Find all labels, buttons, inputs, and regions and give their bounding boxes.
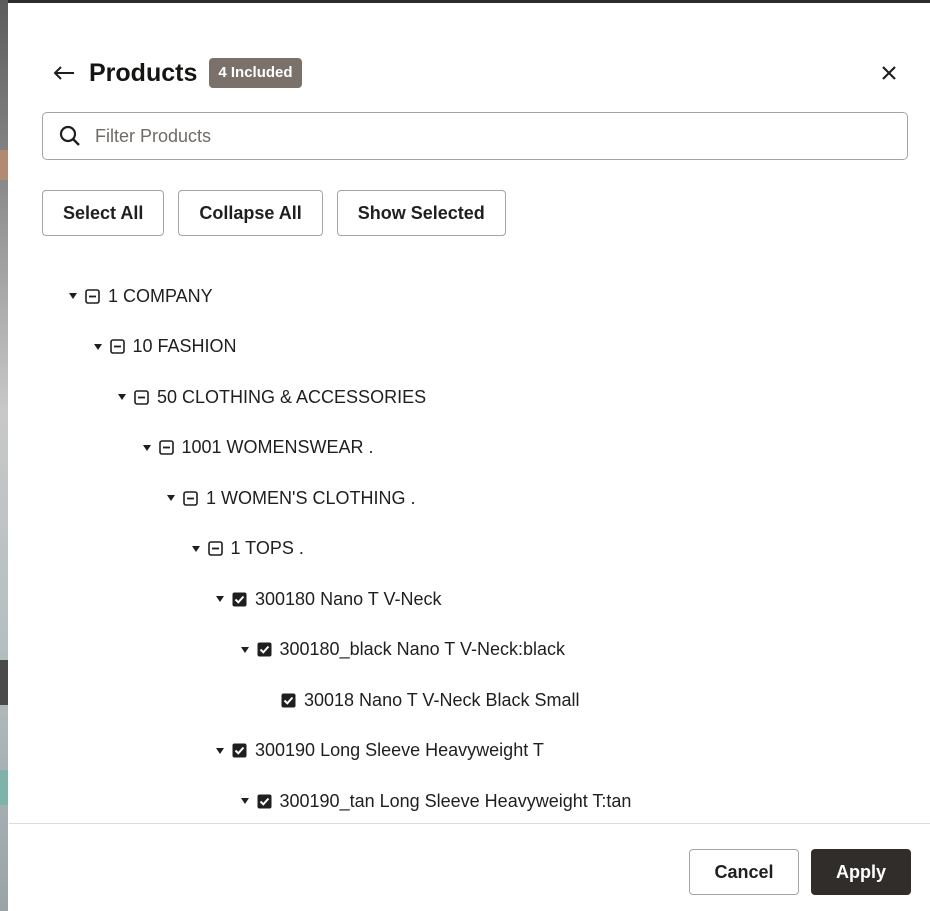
- checkbox-checked-icon[interactable]: [257, 794, 272, 809]
- tree-node-label: 1 WOMEN'S CLOTHING .: [206, 487, 416, 508]
- panel-header: Products 4 Included: [51, 53, 302, 93]
- tree-toolbar: Select All Collapse All Show Selected: [42, 190, 506, 236]
- caret-down-icon[interactable]: [141, 442, 153, 454]
- caret-down-icon[interactable]: [116, 391, 128, 403]
- tree-node[interactable]: 300180 Nano T V-Neck: [214, 584, 441, 614]
- caret-down-icon[interactable]: [239, 795, 251, 807]
- caret-down-icon[interactable]: [92, 341, 104, 353]
- tree-node-label: 1001 WOMENSWEAR .: [181, 437, 374, 457]
- checkbox-partial-icon[interactable]: [85, 288, 100, 304]
- caret-down-icon[interactable]: [165, 492, 177, 504]
- caret-down-icon[interactable]: [214, 593, 226, 605]
- tree-node-label: 50 CLOTHING & ACCESSORIES: [157, 386, 427, 407]
- tree-node-label: 30018 Nano T V-Neck Black Small: [304, 689, 580, 710]
- checkbox-partial-icon[interactable]: [109, 339, 125, 354]
- footer-divider: [9, 823, 930, 824]
- arrow-left-icon[interactable]: [51, 60, 77, 86]
- cancel-button[interactable]: Cancel: [689, 849, 799, 895]
- tree-node-label: 300180_black Nano T V-Neck:black: [279, 639, 566, 659]
- checkbox-partial-icon[interactable]: [158, 440, 174, 455]
- search-icon: [59, 125, 81, 147]
- tree-node[interactable]: 1 TOPS .: [190, 534, 304, 564]
- checkbox-checked-icon[interactable]: [232, 743, 247, 758]
- included-count-badge: 4 Included: [209, 58, 302, 88]
- filter-products-input[interactable]: [93, 124, 877, 148]
- screenshot-frame: Products 4 Included Select All Collapse …: [0, 0, 930, 911]
- apply-button[interactable]: Apply: [811, 849, 911, 895]
- tree-node[interactable]: 10 FASHION: [92, 332, 237, 362]
- checkbox-checked-icon[interactable]: [257, 642, 272, 657]
- tree-node[interactable]: 300190 Long Sleeve Heavyweight T: [214, 736, 544, 766]
- tree-node[interactable]: 1 COMPANY: [67, 281, 213, 311]
- checkbox-checked-icon[interactable]: [281, 693, 296, 708]
- checkbox-partial-icon[interactable]: [183, 490, 198, 506]
- tree-node-label: 300190 Long Sleeve Heavyweight T: [255, 740, 544, 760]
- filter-products-field[interactable]: [42, 112, 908, 160]
- tree-node-label: 300180 Nano T V-Neck: [255, 588, 442, 609]
- tree-node-label: 1 COMPANY: [108, 285, 213, 306]
- close-icon[interactable]: [877, 61, 901, 85]
- tree-node-label: 10 FASHION: [132, 336, 237, 356]
- checkbox-partial-icon[interactable]: [207, 541, 223, 556]
- tree-node[interactable]: 50 CLOTHING & ACCESSORIES: [116, 382, 426, 412]
- caret-spacer: [263, 694, 275, 706]
- tree-node-label: 1 TOPS .: [230, 538, 304, 558]
- tree-node-label: 300190_tan Long Sleeve Heavyweight T:tan: [279, 790, 632, 811]
- caret-down-icon[interactable]: [190, 543, 202, 555]
- caret-down-icon[interactable]: [67, 290, 79, 302]
- checkbox-partial-icon[interactable]: [134, 389, 149, 405]
- tree-node[interactable]: 1001 WOMENSWEAR .: [141, 433, 374, 463]
- collapse-all-button[interactable]: Collapse All: [178, 190, 323, 236]
- tree-node[interactable]: 30018 Nano T V-Neck Black Small: [263, 685, 579, 715]
- caret-down-icon[interactable]: [239, 644, 251, 656]
- checkbox-checked-icon[interactable]: [232, 592, 247, 607]
- tree-node[interactable]: 300180_black Nano T V-Neck:black: [239, 635, 566, 665]
- caret-down-icon[interactable]: [214, 745, 226, 757]
- select-all-button[interactable]: Select All: [42, 190, 165, 236]
- panel-title: Products: [89, 58, 198, 87]
- show-selected-button[interactable]: Show Selected: [336, 190, 506, 236]
- tree-node[interactable]: 300190_tan Long Sleeve Heavyweight T:tan: [239, 786, 632, 816]
- products-filter-panel: Products 4 Included Select All Collapse …: [9, 3, 930, 911]
- background-window-edge-left: [0, 0, 8, 911]
- tree-node[interactable]: 1 WOMEN'S CLOTHING .: [165, 483, 415, 513]
